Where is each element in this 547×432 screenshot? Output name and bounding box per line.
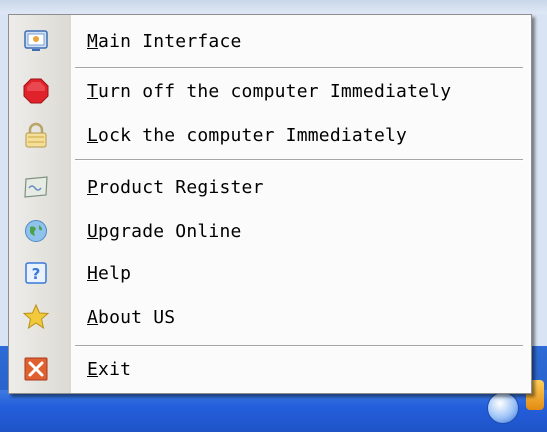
menu-item-lock-computer[interactable]: Lock the computer Immediately bbox=[9, 113, 531, 157]
menu-item-label: About US bbox=[87, 306, 176, 328]
menu-item-label: Turn off the computer Immediately bbox=[87, 80, 452, 102]
context-menu: Main Interface Turn off the computer Imm… bbox=[8, 14, 532, 394]
menu-item-label: Main Interface bbox=[87, 30, 242, 52]
star-icon bbox=[23, 304, 49, 330]
menu-item-turn-off-computer[interactable]: Turn off the computer Immediately bbox=[9, 69, 531, 113]
menu-item-label: Product Register bbox=[87, 176, 264, 198]
monitor-icon bbox=[23, 28, 49, 54]
menu-item-label: Lock the computer Immediately bbox=[87, 124, 408, 146]
register-card-icon bbox=[23, 174, 49, 200]
menu-item-main-interface[interactable]: Main Interface bbox=[9, 19, 531, 63]
lock-icon bbox=[23, 122, 49, 148]
menu-item-product-register[interactable]: Product Register bbox=[9, 165, 531, 209]
taskbar bbox=[0, 390, 547, 432]
menu-item-label: Help bbox=[87, 262, 132, 284]
menu-separator bbox=[75, 159, 523, 161]
globe-icon bbox=[23, 218, 49, 244]
menu-item-about-us[interactable]: About US bbox=[9, 295, 531, 339]
svg-text:?: ? bbox=[32, 265, 41, 283]
menu-item-upgrade-online[interactable]: Upgrade Online bbox=[9, 209, 531, 253]
stop-icon bbox=[23, 78, 49, 104]
menu-item-label: Upgrade Online bbox=[87, 220, 242, 242]
menu-item-exit[interactable]: Exit bbox=[9, 347, 531, 391]
menu-item-label: Exit bbox=[87, 358, 132, 380]
menu-item-help[interactable]: ? Help bbox=[9, 251, 531, 295]
close-icon bbox=[23, 356, 49, 382]
help-icon: ? bbox=[23, 260, 49, 286]
tray-app-icon[interactable] bbox=[487, 392, 519, 424]
desktop-background bbox=[0, 0, 547, 14]
